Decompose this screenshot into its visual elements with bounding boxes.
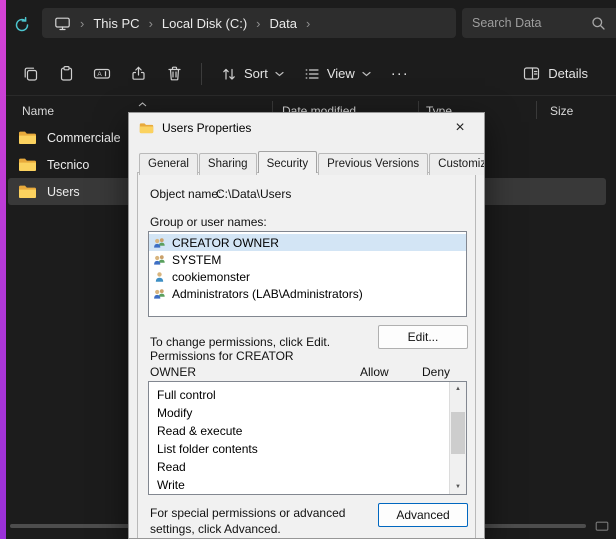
view-menu-button[interactable]: View [294, 57, 381, 91]
permission-row-modify[interactable]: Modify [149, 404, 466, 422]
permissions-list: Full control Modify Read & execute List … [148, 381, 467, 495]
folder-icon [18, 130, 37, 145]
edit-permissions-hint: To change permissions, click Edit. [150, 335, 330, 349]
search-input[interactable] [472, 16, 591, 30]
dialog-title: Users Properties [162, 121, 251, 135]
file-name: Tecnico [47, 158, 89, 172]
tab-customize[interactable]: Customize [429, 153, 485, 175]
scroll-down-icon[interactable]: ▼ [450, 480, 466, 494]
refresh-button[interactable] [11, 14, 33, 36]
search-icon [591, 16, 606, 31]
column-header-size[interactable]: Size [550, 104, 573, 118]
user-group-icon [153, 288, 166, 300]
sort-icon [221, 66, 237, 82]
breadcrumb-item-this-pc[interactable]: This PC [93, 16, 139, 31]
breadcrumb-chevron-icon: › [149, 17, 153, 30]
close-icon[interactable]: × [446, 116, 474, 140]
paste-icon [58, 65, 75, 82]
group-name: Administrators (LAB\Administrators) [172, 287, 363, 301]
svg-text:A: A [97, 71, 102, 78]
share-button[interactable] [120, 57, 156, 91]
folder-icon [139, 122, 154, 134]
rename-button[interactable]: A [84, 57, 120, 91]
permission-row-write[interactable]: Write [149, 476, 466, 494]
list-item-cookiemonster[interactable]: cookiemonster [149, 268, 466, 285]
column-divider[interactable] [536, 101, 537, 119]
tab-security[interactable]: Security [258, 151, 318, 173]
details-label: Details [548, 66, 588, 81]
list-item-administrators[interactable]: Administrators (LAB\Administrators) [149, 285, 466, 302]
group-name: cookiemonster [172, 270, 250, 284]
share-icon [130, 65, 147, 82]
scroll-up-icon[interactable]: ▲ [450, 382, 466, 396]
breadcrumb-item-local-disk-c[interactable]: Local Disk (C:) [162, 16, 247, 31]
folder-icon [18, 184, 37, 199]
list-item-system[interactable]: SYSTEM [149, 251, 466, 268]
user-group-icon [153, 237, 166, 249]
copy-icon [22, 65, 39, 82]
permission-row-list-folder-contents[interactable]: List folder contents [149, 440, 466, 458]
details-pane-button[interactable]: Details [513, 57, 598, 91]
breadcrumb-item-data[interactable]: Data [270, 16, 297, 31]
trash-icon [166, 65, 183, 82]
group-user-names-list: CREATOR OWNER SYSTEM c [148, 231, 467, 317]
status-bar-view-icon[interactable] [595, 520, 609, 538]
column-header-name[interactable]: Name [22, 104, 54, 118]
sort-menu-button[interactable]: Sort [211, 57, 294, 91]
search-box[interactable] [462, 8, 616, 38]
permission-row-full-control[interactable]: Full control [149, 386, 466, 404]
copy-button[interactable] [12, 57, 48, 91]
edit-button[interactable]: Edit... [378, 325, 468, 349]
details-pane-icon [523, 66, 540, 81]
user-icon [153, 271, 166, 283]
breadcrumb-chevron-icon: › [80, 17, 84, 30]
scrollbar-thumb[interactable] [451, 412, 465, 454]
chevron-down-icon [275, 71, 284, 77]
users-properties-dialog: Users Properties × General Sharing Secur… [128, 112, 485, 539]
rename-icon: A [93, 65, 111, 82]
file-name: Commerciale [47, 131, 121, 145]
deny-column-label: Deny [422, 365, 450, 379]
permissions-scrollbar[interactable]: ▲ ▼ [449, 382, 466, 494]
sort-label: Sort [244, 66, 268, 81]
this-pc-icon[interactable] [54, 16, 71, 31]
folder-icon [18, 157, 37, 172]
dialog-tab-strip: General Sharing Security Previous Versio… [139, 151, 485, 173]
breadcrumb: › This PC › Local Disk (C:) › Data › [42, 8, 456, 38]
object-name-label: Object name: [150, 187, 221, 201]
breadcrumb-chevron-icon: › [306, 17, 310, 30]
security-tab-page: Object name: C:\Data\Users Group or user… [137, 172, 476, 539]
delete-button[interactable] [156, 57, 192, 91]
tab-sharing[interactable]: Sharing [199, 153, 257, 175]
object-name-value: C:\Data\Users [216, 187, 291, 201]
advanced-settings-hint: For special permissions or advanced sett… [150, 505, 385, 537]
command-toolbar: A Sort View ··· [6, 52, 616, 96]
dialog-title-bar[interactable]: Users Properties × [129, 113, 484, 143]
allow-column-label: Allow [360, 365, 389, 379]
breadcrumb-chevron-icon: › [256, 17, 260, 30]
advanced-button[interactable]: Advanced [378, 503, 468, 527]
more-options-button[interactable]: ··· [381, 65, 419, 82]
sort-ascending-icon [138, 96, 147, 110]
chevron-down-icon [362, 71, 371, 77]
paste-button[interactable] [48, 57, 84, 91]
group-user-names-label: Group or user names: [150, 215, 267, 229]
list-item-creator-owner[interactable]: CREATOR OWNER [149, 234, 466, 251]
tab-previous-versions[interactable]: Previous Versions [318, 153, 428, 175]
toolbar-divider [201, 63, 202, 85]
file-name: Users [47, 185, 80, 199]
permission-row-read[interactable]: Read [149, 458, 466, 476]
view-label: View [327, 66, 355, 81]
group-name: CREATOR OWNER [172, 236, 279, 250]
group-name: SYSTEM [172, 253, 221, 267]
permissions-for-label: Permissions for CREATOR OWNER [150, 349, 300, 380]
permission-row-read-execute[interactable]: Read & execute [149, 422, 466, 440]
view-icon [304, 66, 320, 82]
window-accent-strip [0, 0, 6, 539]
refresh-icon [13, 16, 31, 34]
user-group-icon [153, 254, 166, 266]
tab-general[interactable]: General [139, 153, 198, 175]
